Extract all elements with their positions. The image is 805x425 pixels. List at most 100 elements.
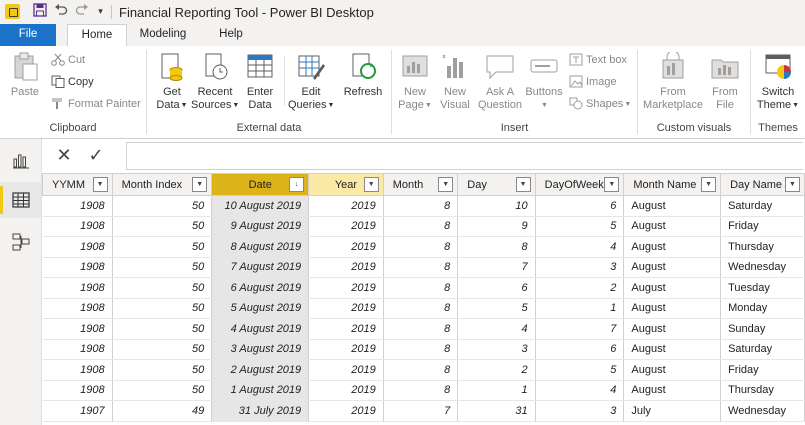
shapes-icon — [569, 97, 583, 110]
formula-input[interactable] — [126, 142, 803, 170]
table-cell: July — [623, 400, 722, 422]
tab-modeling[interactable]: Modeling — [138, 24, 188, 46]
table-cell: 50 — [112, 359, 213, 381]
report-view-button[interactable] — [0, 143, 41, 179]
new-visual-button[interactable]: New Visual — [436, 52, 474, 112]
table-cell: 8 — [383, 216, 459, 237]
table-row[interactable]: 1908 50 8 August 2019 2019 8 8 4 August Thursday — [42, 236, 805, 258]
table-row[interactable]: 1908 50 9 August 2019 2019 8 9 5 August Friday — [42, 216, 805, 237]
table-cell: 8 — [457, 236, 536, 258]
shapes-button[interactable]: Shapes▼ — [569, 96, 631, 112]
filter-dropdown-icon[interactable]: ▼ — [515, 177, 531, 192]
redo-icon[interactable] — [73, 3, 90, 20]
filter-dropdown-icon[interactable]: ▼ — [701, 177, 717, 192]
table-cell: 10 August 2019 — [211, 195, 310, 217]
table-row[interactable]: 1908 50 3 August 2019 2019 8 3 6 August Saturday — [42, 339, 805, 360]
table-cell: 1908 — [42, 380, 113, 401]
table-cell: 8 — [383, 298, 459, 319]
title-bar: ▾ Financial Reporting Tool - Power BI De… — [0, 0, 805, 25]
switch-theme-button[interactable]: Switch Theme▼ — [755, 52, 801, 112]
table-cell: 1908 — [42, 277, 113, 299]
paste-button[interactable]: Paste — [6, 52, 44, 99]
column-header[interactable]: Day Name ▼ — [720, 173, 805, 196]
table-row[interactable]: 1908 50 2 August 2019 2019 8 2 5 August Friday — [42, 359, 805, 381]
filter-dropdown-icon[interactable]: ▼ — [363, 177, 379, 192]
cut-button[interactable]: Cut — [51, 52, 85, 68]
model-view-button[interactable] — [0, 223, 41, 259]
table-cell: 50 — [112, 298, 213, 319]
table-row[interactable]: 1908 50 10 August 2019 2019 8 10 6 August Saturd… — [42, 195, 805, 217]
customize-toolbar-icon[interactable]: ▾ — [92, 3, 109, 20]
table-cell: 1907 — [42, 400, 113, 422]
report-view-icon — [13, 154, 29, 169]
filter-dropdown-icon[interactable]: ▼ — [604, 177, 620, 192]
table-cell: Friday — [720, 216, 805, 237]
column-header[interactable]: Day ▼ — [457, 173, 536, 196]
column-header[interactable]: Month ▼ — [382, 173, 459, 196]
table-cell: Monday — [720, 298, 805, 319]
column-header[interactable]: Year ▼ — [308, 173, 384, 196]
table-cell: 2019 — [308, 380, 384, 401]
table-row[interactable]: 1908 50 1 August 2019 2019 8 1 4 August Thursday — [42, 380, 805, 401]
save-icon[interactable] — [31, 3, 48, 20]
ask-question-label-1: Ask A — [485, 86, 515, 98]
column-header[interactable]: Month Index ▼ — [111, 173, 213, 196]
data-table: YYMM ▼ Month Index ▼ Date ↓ Year ▼ Month ▼ Day ▼ Day… — [42, 173, 805, 422]
commit-check-icon[interactable]: ✓ — [82, 141, 110, 169]
get-data-button[interactable]: Get Data▼ — [153, 52, 191, 112]
table-row[interactable]: 1908 50 4 August 2019 2019 8 4 7 August Sunday — [42, 318, 805, 340]
column-header[interactable]: Date ↓ — [211, 173, 310, 196]
insert-group-label: Insert — [500, 122, 529, 134]
enter-data-button[interactable]: Enter Data — [241, 52, 279, 112]
clipboard-group: Paste Cut Copy Format Painter Clipboard — [0, 46, 146, 138]
table-row[interactable]: 1907 49 31 July 2019 2019 7 31 3 July Wednesday — [42, 400, 805, 422]
table-cell: 2019 — [308, 339, 384, 360]
copy-button[interactable]: Copy — [51, 74, 94, 90]
from-file-button[interactable]: From File — [706, 52, 744, 112]
recent-sources-button[interactable]: Recent Sources▼ — [191, 52, 239, 112]
table-cell: 5 — [457, 298, 536, 319]
column-header[interactable]: YYMM ▼ — [42, 173, 113, 196]
table-cell: 7 August 2019 — [211, 257, 310, 278]
table-row[interactable]: 1908 50 7 August 2019 2019 8 7 3 August Wednesda… — [42, 257, 805, 278]
from-marketplace-label-1: From — [660, 86, 686, 98]
table-row[interactable]: 1908 50 6 August 2019 2019 8 6 2 August Tuesday — [42, 277, 805, 299]
cancel-icon[interactable]: ✕ — [50, 141, 78, 169]
window-title: Financial Reporting Tool - Power BI Desk… — [119, 5, 374, 20]
table-cell: Saturday — [720, 339, 805, 360]
table-cell: 4 — [457, 318, 536, 340]
sort-descending-icon[interactable]: ↓ — [289, 177, 305, 192]
table-cell: 4 — [535, 380, 625, 401]
format-painter-button[interactable]: Format Painter — [51, 96, 141, 112]
from-file-label-2: File — [716, 99, 734, 111]
tab-home[interactable]: Home — [67, 24, 127, 47]
buttons-button[interactable]: Buttons ▼ — [524, 52, 564, 112]
edit-queries-button[interactable]: Edit Queries▼ — [288, 52, 334, 112]
image-button[interactable]: Image — [569, 74, 617, 90]
table-cell: August — [623, 318, 722, 340]
undo-icon[interactable] — [52, 3, 69, 20]
buttons-label: Buttons — [525, 86, 563, 98]
tab-help[interactable]: Help — [217, 24, 245, 46]
new-page-button[interactable]: New Page▼ — [396, 52, 434, 112]
filter-dropdown-icon[interactable]: ▼ — [438, 177, 454, 192]
from-marketplace-button[interactable]: From Marketplace — [642, 50, 704, 112]
filter-dropdown-icon[interactable]: ▼ — [192, 177, 208, 192]
recent-sources-label-1: Recent — [197, 86, 233, 98]
column-header[interactable]: Month Name ▼ — [623, 173, 722, 196]
paintbrush-icon — [51, 97, 65, 110]
data-grid: YYMM ▼ Month Index ▼ Date ↓ Year ▼ Month ▼ Day ▼ Day… — [42, 173, 805, 425]
refresh-button[interactable]: Refresh — [342, 52, 384, 99]
table-cell: Thursday — [720, 380, 805, 401]
table-icon — [244, 52, 276, 82]
filter-dropdown-icon[interactable]: ▼ — [785, 177, 800, 192]
column-header[interactable]: DayOfWeek ▼ — [534, 173, 625, 196]
tab-file[interactable]: File — [0, 24, 56, 46]
ask-question-button[interactable]: Ask A Question — [476, 52, 524, 112]
data-view-button[interactable] — [0, 182, 41, 218]
refresh-label: Refresh — [343, 86, 383, 98]
text-box-button[interactable]: Text box — [569, 52, 627, 68]
table-row[interactable]: 1908 50 5 August 2019 2019 8 5 1 August Monday — [42, 298, 805, 319]
table-cell: 2019 — [308, 400, 384, 422]
filter-dropdown-icon[interactable]: ▼ — [92, 177, 108, 192]
